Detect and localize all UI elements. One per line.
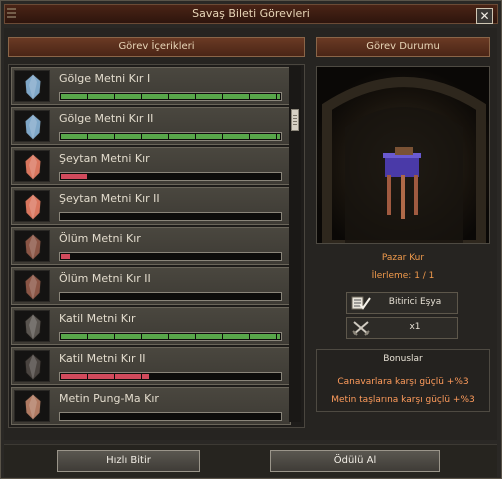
quest-contents-header: Görev İçerikleri [8, 37, 305, 57]
quest-row[interactable]: Katil Metni Kır II [11, 347, 291, 385]
metin-stone-icon [14, 270, 50, 302]
metin-stone-icon [14, 350, 50, 382]
metin-stone-icon [14, 150, 50, 182]
progress-text: İlerleme: 1 / 1 [371, 271, 435, 281]
quest-row[interactable]: Ölüm Metni Kır [11, 227, 291, 265]
grip-icon [7, 8, 16, 20]
quest-label: Gölge Metni Kır I [59, 72, 151, 85]
reward-count-label: x1 [409, 322, 421, 332]
quest-progress-fill [61, 374, 149, 379]
quest-row[interactable]: Katil Metni Kır [11, 307, 291, 345]
quest-row[interactable]: Şeytan Metni Kır [11, 147, 291, 185]
metin-stone-icon [14, 390, 50, 422]
quest-row[interactable]: Şeytan Metni Kır II [11, 187, 291, 225]
bonus-line: Metin taşlarına karşı güçlü +%3 [331, 395, 475, 405]
quest-progress-fill [61, 134, 280, 139]
quest-row[interactable]: Gölge Metni Kır I [11, 67, 291, 105]
quest-label: Ölüm Metni Kır II [59, 272, 151, 285]
metin-stone-icon [14, 70, 50, 102]
quest-progress-bar [59, 92, 282, 101]
metin-stone-icon [14, 190, 50, 222]
bonus-title: Bonuslar [383, 354, 423, 364]
reward-type-label: Bitirici Eşya [388, 297, 442, 307]
quest-progress-bar [59, 332, 282, 341]
crossed-swords-icon [352, 321, 370, 336]
quest-label: Şeytan Metni Kır [59, 152, 150, 165]
market-stall-illustration [317, 67, 489, 243]
quest-label: Katil Metni Kır [59, 312, 136, 325]
quest-row[interactable]: Gölge Metni Kır II [11, 107, 291, 145]
quest-label: Gölge Metni Kır II [59, 112, 154, 125]
quest-label: Katil Metni Kır II [59, 352, 146, 365]
quest-progress-fill [61, 254, 70, 259]
bonus-panel: Bonuslar Canavarlara karşı güçlü +%3 Met… [316, 349, 490, 412]
quest-list: Gölge Metni Kır I Gölge Metni Kır II Şeyta… [8, 64, 305, 428]
quest-progress-bar [59, 292, 282, 301]
quest-progress-bar [59, 132, 282, 141]
quest-progress-bar [59, 172, 282, 181]
quest-progress-bar [59, 252, 282, 261]
quest-progress-bar [59, 372, 282, 381]
quest-progress-fill [61, 334, 280, 339]
quest-preview-image [316, 66, 490, 244]
window-title: Savaş Bileti Görevleri [192, 7, 310, 20]
quest-contents-label: Görev İçerikleri [118, 41, 195, 52]
title-bar[interactable]: Savaş Bileti Görevleri ✕ [4, 4, 498, 24]
quest-label: Şeytan Metni Kır II [59, 192, 160, 205]
reward-type-box[interactable]: Bitirici Eşya [346, 292, 458, 314]
quest-status-header: Görev Durumu [316, 37, 490, 57]
quest-progress-fill [61, 174, 87, 179]
quest-progress-bar [59, 412, 282, 421]
quest-row[interactable]: Metin Pung-Ma Kır [11, 387, 291, 425]
finish-fast-button[interactable]: Hızlı Bitir [57, 450, 200, 472]
bonus-line: Canavarlara karşı güçlü +%3 [337, 377, 469, 387]
metin-stone-icon [14, 110, 50, 142]
quest-status-label: Görev Durumu [366, 41, 440, 52]
metin-stone-icon [14, 310, 50, 342]
checklist-icon [351, 296, 371, 310]
quest-label: Metin Pung-Ma Kır [59, 392, 159, 405]
metin-stone-icon [14, 230, 50, 262]
quest-progress-fill [61, 94, 280, 99]
quest-progress-bar [59, 212, 282, 221]
claim-reward-button[interactable]: Ödülü Al [270, 450, 440, 472]
item-name: Pazar Kur [381, 253, 425, 263]
quest-label: Ölüm Metni Kır [59, 232, 141, 245]
scrollbar-thumb[interactable] [291, 109, 299, 131]
close-button[interactable]: ✕ [476, 8, 493, 24]
reward-count-box[interactable]: x1 [346, 317, 458, 339]
quest-row[interactable]: Ölüm Metni Kır II [11, 267, 291, 305]
